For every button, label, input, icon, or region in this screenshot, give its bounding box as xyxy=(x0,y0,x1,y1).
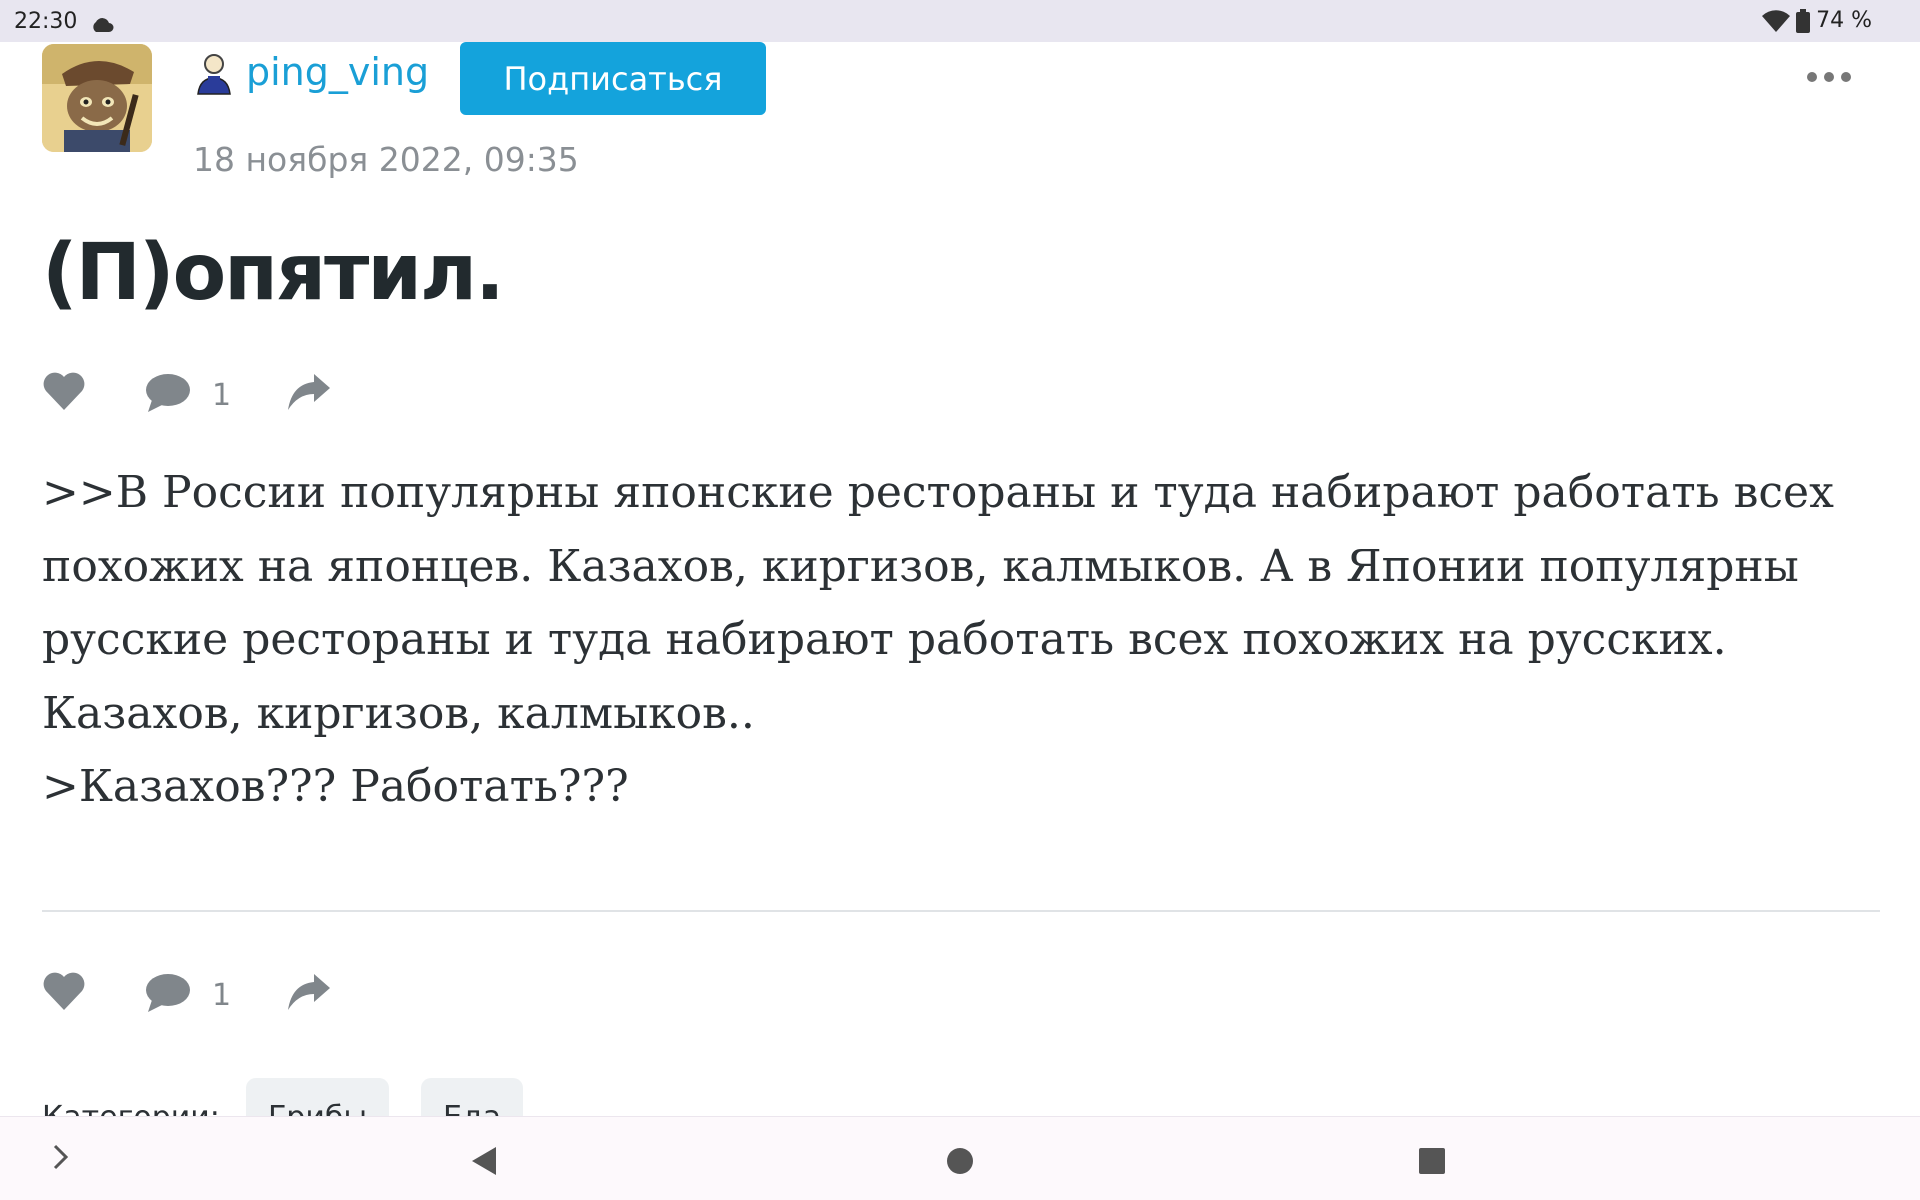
post-actions-top: 1 xyxy=(42,370,362,420)
like-icon[interactable] xyxy=(42,970,86,1017)
comment-count: 1 xyxy=(212,378,232,413)
share-icon[interactable] xyxy=(286,372,332,417)
post-paragraph: >>В России популярны японские рестораны … xyxy=(42,467,1834,739)
author-name[interactable]: ping_ving xyxy=(246,50,429,94)
categories: Категории: Грибы Еда xyxy=(42,1078,642,1118)
post-actions-bottom: 1 xyxy=(42,970,362,1020)
comment-icon[interactable] xyxy=(144,372,192,419)
back-icon[interactable] xyxy=(470,1145,498,1182)
post-title: (П)опятил. xyxy=(42,228,505,318)
battery-level: 74 % xyxy=(1816,8,1872,33)
category-tag[interactable]: Еда xyxy=(421,1078,524,1118)
chevron-right-icon[interactable] xyxy=(52,1143,70,1176)
post-date: 18 ноября 2022, 09:35 xyxy=(193,140,579,179)
divider xyxy=(42,910,1880,912)
post-body: >>В России популярны японские рестораны … xyxy=(42,456,1892,824)
comment-count: 1 xyxy=(212,978,232,1013)
recents-icon[interactable] xyxy=(1418,1147,1446,1180)
status-right: 74 % xyxy=(1762,8,1872,33)
like-icon[interactable] xyxy=(42,370,86,417)
cat-avatar xyxy=(42,44,152,152)
wifi-icon xyxy=(1762,9,1791,32)
comment-icon[interactable] xyxy=(144,972,192,1019)
more-icon[interactable] xyxy=(1806,70,1852,88)
battery-icon xyxy=(1796,8,1811,33)
category-tag[interactable]: Грибы xyxy=(246,1078,390,1118)
subscribe-button[interactable]: Подписаться xyxy=(460,42,766,115)
user-icon xyxy=(192,52,236,101)
post-paragraph: >Казахов??? Работать??? xyxy=(42,761,629,812)
status-time: 22:30 xyxy=(14,9,78,34)
status-bar: 22:30 74 % xyxy=(0,0,1920,42)
avatar[interactable] xyxy=(42,44,152,152)
navigation-bar xyxy=(0,1116,1920,1200)
share-icon[interactable] xyxy=(286,972,332,1017)
cloud-icon xyxy=(90,13,114,38)
home-icon[interactable] xyxy=(946,1147,974,1180)
